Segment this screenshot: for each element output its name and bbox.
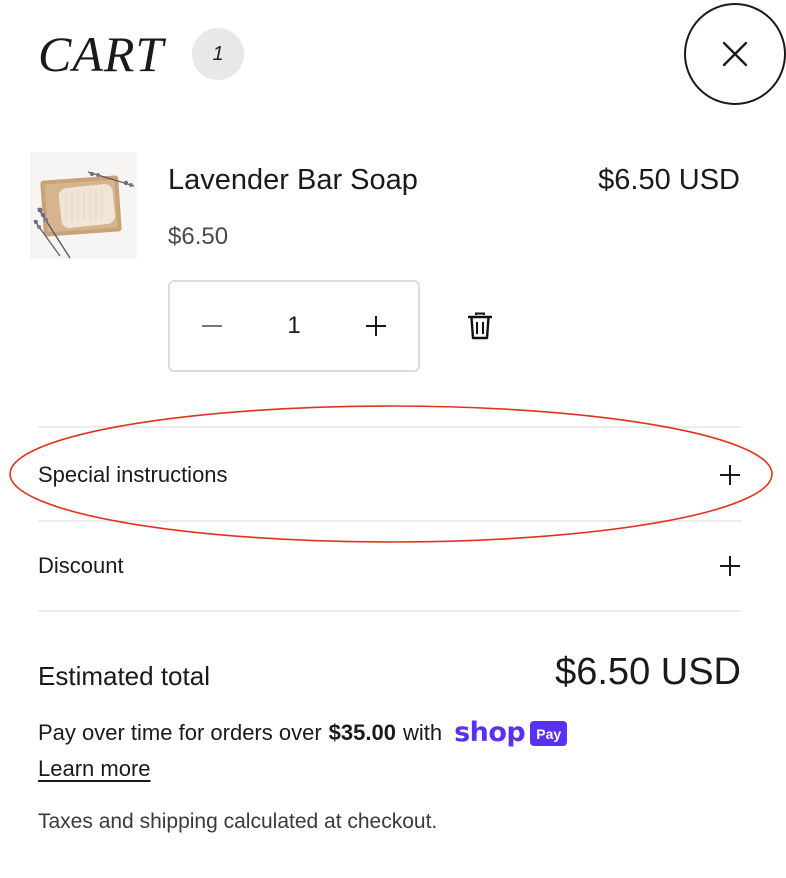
installments-suffix: with: [402, 720, 443, 745]
line-price: $6.50 USD: [598, 164, 740, 196]
cart-title: CART: [38, 26, 165, 82]
minus-icon: [202, 325, 222, 327]
installments-prefix: Pay over time for orders over: [38, 720, 322, 745]
installments-threshold: $35.00: [328, 720, 396, 745]
learn-more-link[interactable]: Learn more: [38, 752, 151, 786]
decrease-quantity-button[interactable]: [170, 282, 254, 370]
cart-count-badge: 1: [192, 28, 244, 80]
close-icon: [722, 41, 748, 67]
special-instructions-toggle[interactable]: Special instructions: [38, 430, 742, 520]
divider: [38, 426, 742, 428]
shop-pay-logo: shop: [454, 717, 526, 748]
quantity-stepper: 1: [168, 280, 420, 372]
shop-pay-badge: Pay: [530, 720, 568, 746]
quantity-value[interactable]: 1: [254, 312, 334, 340]
estimated-total-label: Estimated total: [38, 661, 210, 691]
product-name[interactable]: Lavender Bar Soap: [168, 160, 418, 200]
tax-shipping-note: Taxes and shipping calculated at checkou…: [38, 810, 438, 833]
estimated-total-value: $6.50 USD: [555, 651, 741, 693]
plus-icon: [366, 316, 386, 336]
plus-icon: [718, 554, 742, 578]
installments-message: Pay over time for orders over $35.00 wit…: [38, 716, 568, 750]
remove-item-button[interactable]: [460, 306, 500, 346]
cart-drawer: CART 1 Lavender Bar Soap $6.50 USD $6.50…: [0, 0, 786, 878]
unit-price: $6.50: [168, 223, 229, 250]
trash-icon: [468, 312, 492, 340]
plus-icon: [718, 463, 742, 487]
product-image[interactable]: [30, 152, 137, 259]
discount-toggle[interactable]: Discount: [38, 521, 742, 611]
increase-quantity-button[interactable]: [334, 282, 418, 370]
soap-photo: [30, 152, 137, 259]
close-button[interactable]: [684, 3, 786, 105]
discount-label: Discount: [38, 553, 124, 578]
special-instructions-label: Special instructions: [38, 462, 228, 487]
